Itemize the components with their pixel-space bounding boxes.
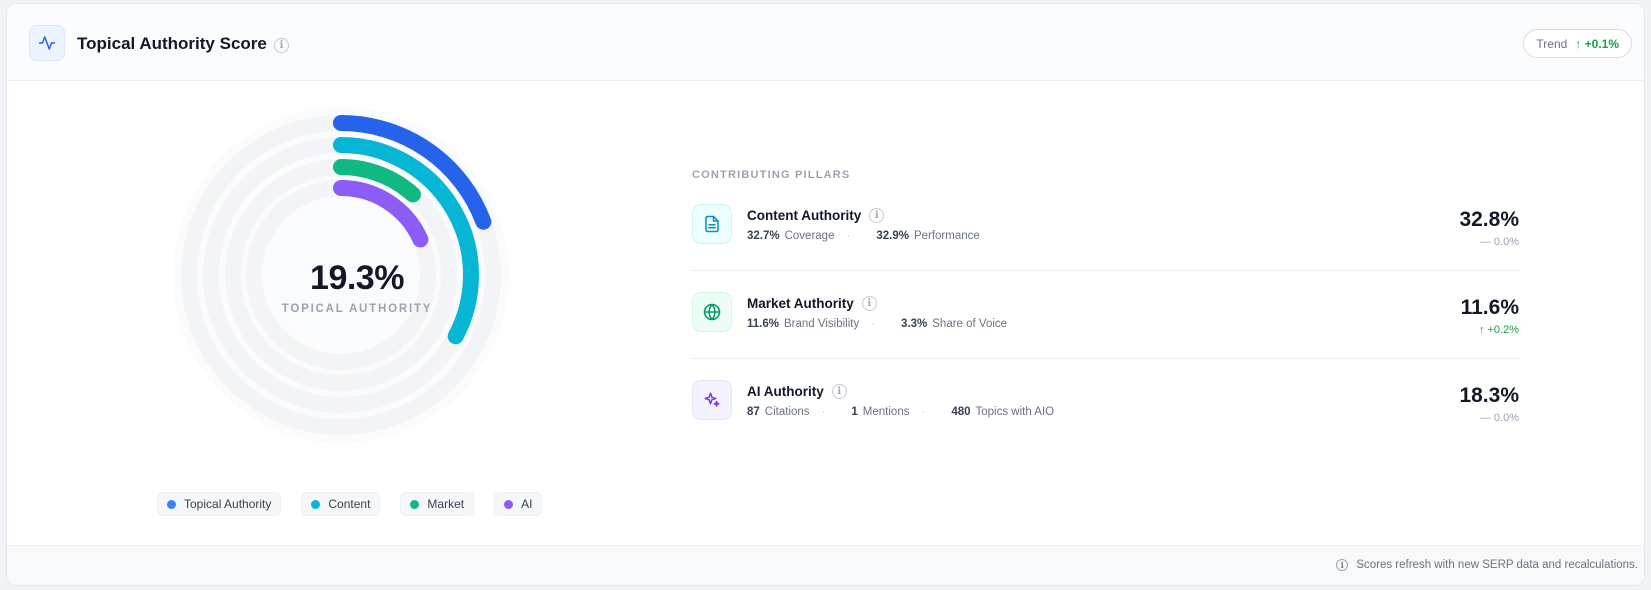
metric-value: 32.7% — [747, 230, 780, 242]
radial-chart: 19.3% TOPICAL AUTHORITY — [127, 99, 587, 479]
info-icon: i — [1336, 559, 1349, 571]
metric-label: Performance — [913, 230, 980, 242]
globe-icon — [692, 292, 732, 332]
legend-item-market[interactable]: Market — [400, 492, 475, 516]
pillar-name-text: AI Authority — [747, 384, 824, 399]
pillar-change: — 0.0% — [1479, 412, 1519, 424]
footer-note: i Scores refresh with new SERP data and … — [1336, 559, 1638, 571]
footer-note-text: Scores refresh with new SERP data and re… — [1356, 559, 1638, 571]
activity-icon — [29, 25, 65, 61]
legend-dot — [167, 499, 176, 509]
trend-label: Trend — [1536, 36, 1568, 51]
trend-value: ↑ +0.1% — [1575, 36, 1619, 51]
metric-value: 32.9% — [876, 230, 909, 242]
metric-label: Topics with AIO — [975, 406, 1055, 418]
pillar-metrics: 32.7% Coverage · 32.9% Performance — [747, 230, 980, 242]
center-label: TOPICAL AUTHORITY — [281, 303, 433, 315]
separator: · — [871, 318, 876, 330]
legend-label: AI — [521, 497, 533, 511]
pillar-name-text: Content Authority — [747, 208, 862, 223]
separator: · — [846, 230, 851, 242]
pillar-name: Content Authority i — [747, 208, 885, 223]
pillar-market-authority[interactable]: Market Authority i 11.6% Brand Visibilit… — [692, 271, 1519, 359]
legend-label: Market — [427, 497, 465, 511]
info-icon[interactable]: i — [861, 296, 877, 311]
center-value: 19.3% — [310, 259, 404, 297]
topical-authority-card: Topical Authority Score i Trend ↑ +0.1% … — [6, 3, 1645, 586]
metric-value: 3.3% — [901, 318, 928, 330]
pillars-title: CONTRIBUTING PILLARS — [692, 169, 851, 181]
legend-label: Content — [328, 497, 371, 511]
metric-label: Mentions — [862, 406, 910, 418]
pillar-metrics: 87 Citations · 1 Mentions · 480 Topics w… — [747, 406, 1054, 418]
trend-badge: Trend ↑ +0.1% — [1523, 29, 1632, 58]
metric-value: 480 — [951, 406, 971, 418]
info-icon[interactable]: i — [274, 38, 289, 53]
pillar-value: 32.8% — [1459, 208, 1519, 231]
legend-item-ai[interactable]: AI — [494, 492, 543, 516]
pillar-name: AI Authority i — [747, 384, 847, 399]
pillar-change: — 0.0% — [1479, 236, 1519, 248]
pillar-ai-authority[interactable]: AI Authority i 87 Citations · 1 Mentions… — [692, 359, 1519, 447]
pillar-value: 18.3% — [1459, 384, 1519, 407]
metric-label: Citations — [764, 406, 810, 418]
separator: · — [821, 406, 826, 418]
card-title: Topical Authority Score — [77, 34, 267, 53]
card-footer: i Scores refresh with new SERP data and … — [7, 545, 1644, 585]
pillar-value: 11.6% — [1460, 296, 1519, 319]
legend-dot — [311, 499, 321, 509]
chart-legend: Topical Authority Content Market AI — [157, 492, 543, 516]
legend-item-topical-authority[interactable]: Topical Authority — [157, 492, 282, 516]
metric-value: 87 — [747, 406, 760, 418]
pillar-content-authority[interactable]: Content Authority i 32.7% Coverage · 32.… — [692, 183, 1519, 271]
legend-item-content[interactable]: Content — [301, 492, 381, 516]
metric-label: Share of Voice — [932, 318, 1008, 330]
pillar-name: Market Authority i — [747, 296, 877, 311]
legend-label: Topical Authority — [184, 497, 272, 511]
pillar-change: ↑ +0.2% — [1478, 324, 1519, 336]
metric-label: Coverage — [784, 230, 835, 242]
arrow-up-icon: ↑ — [1575, 36, 1582, 51]
pillar-name-text: Market Authority — [747, 296, 854, 311]
sparkles-icon — [692, 380, 732, 420]
legend-dot — [504, 499, 514, 509]
metric-value: 11.6% — [747, 318, 779, 330]
legend-dot — [410, 499, 420, 509]
document-icon — [692, 204, 732, 244]
metric-value: 1 — [851, 406, 858, 418]
card-header: Topical Authority Score i Trend ↑ +0.1% — [7, 4, 1644, 81]
separator: · — [921, 406, 926, 418]
metric-label: Brand Visibility — [783, 318, 860, 330]
info-icon[interactable]: i — [831, 384, 847, 399]
pillar-metrics: 11.6% Brand Visibility · 3.3% Share of V… — [747, 318, 1007, 330]
info-icon[interactable]: i — [869, 208, 885, 223]
